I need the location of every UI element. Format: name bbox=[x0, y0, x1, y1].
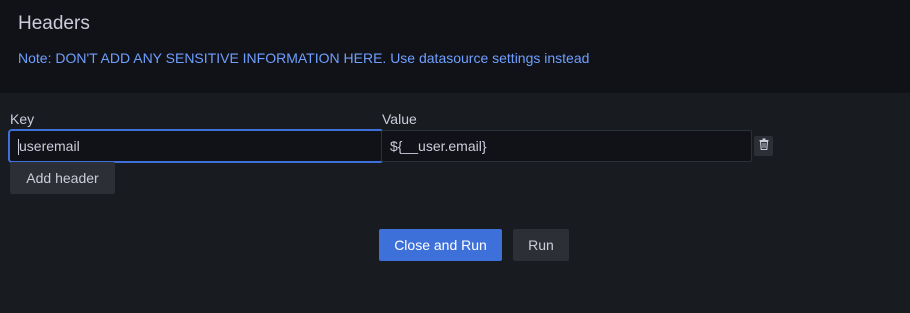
sensitive-info-note: Note: DON'T ADD ANY SENSITIVE INFORMATIO… bbox=[18, 50, 590, 66]
trash-icon bbox=[759, 137, 769, 155]
header-value-value: ${__user.email} bbox=[390, 138, 487, 154]
header-value-input[interactable]: ${__user.email} bbox=[381, 130, 752, 162]
add-header-button[interactable]: Add header bbox=[10, 162, 115, 194]
value-column-label: Value bbox=[382, 111, 417, 127]
dialog-title: Headers bbox=[18, 13, 90, 34]
headers-dialog: Headers Note: DON'T ADD ANY SENSITIVE IN… bbox=[0, 0, 910, 313]
header-key-input[interactable]: useremail bbox=[9, 130, 383, 162]
close-and-run-button[interactable]: Close and Run bbox=[379, 229, 502, 261]
run-button[interactable]: Run bbox=[513, 229, 569, 261]
header-key-value: useremail bbox=[19, 138, 80, 154]
dialog-header: Headers Note: DON'T ADD ANY SENSITIVE IN… bbox=[0, 0, 910, 93]
delete-header-button[interactable] bbox=[754, 136, 773, 156]
key-column-label: Key bbox=[10, 111, 35, 127]
